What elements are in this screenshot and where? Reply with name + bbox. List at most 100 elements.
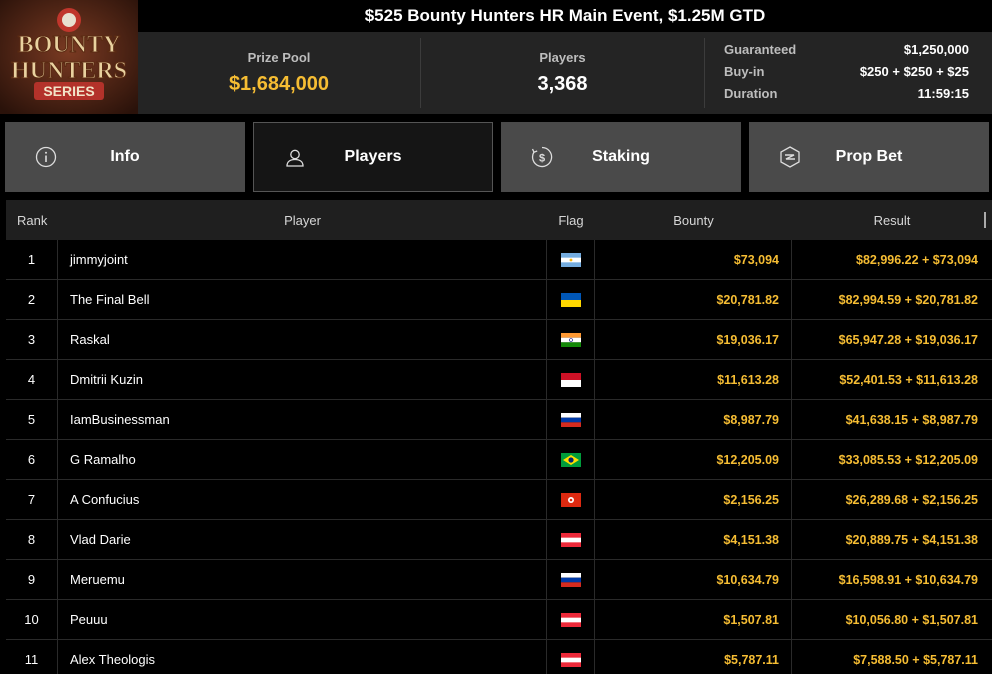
result-cell: $82,996.22 + $73,094 xyxy=(856,252,978,267)
flag-cell xyxy=(547,440,595,479)
table-row[interactable]: 6G Ramalho $12,205.09 $33,085.53 + $12,205… xyxy=(6,440,992,480)
svg-text:$: $ xyxy=(539,153,545,165)
austria-flag-icon xyxy=(560,532,581,547)
detail-buy-in: Buy-in $250 + $250 + $25 xyxy=(724,63,969,85)
bounty-cell: $73,094 xyxy=(595,240,792,279)
table-row[interactable]: 10 Peuuu $1,507.81 $10,056.80 + $1,507.81 xyxy=(6,600,992,640)
table-row[interactable]: 4 Dmitrii Kuzin $11,613.28 $52,401.53 + $11… xyxy=(6,360,992,400)
rank-cell: 1 xyxy=(6,240,58,279)
column-header-rank[interactable]: Rank xyxy=(6,200,58,240)
column-header-bounty[interactable]: Bounty xyxy=(595,200,792,240)
players-value: 3,368 xyxy=(537,73,588,95)
player-name[interactable]: The Final Bell xyxy=(58,280,547,319)
bounty-cell: $20,781.82 xyxy=(595,280,792,319)
player-name[interactable]: Raskal xyxy=(58,320,547,359)
argentina-flag-icon xyxy=(560,252,581,267)
player-name[interactable]: A Confucius xyxy=(58,480,547,519)
detail-duration: Duration 11:59:15 xyxy=(724,85,969,107)
bounty-cell: $4,151.38 xyxy=(595,520,792,559)
rank-cell: 8 xyxy=(6,520,58,559)
bounty-cell: $8,987.79 xyxy=(595,400,792,439)
tab-players[interactable]: Players xyxy=(253,122,493,192)
player-name[interactable]: jimmyjoint xyxy=(58,240,547,279)
detail-label: Duration xyxy=(724,86,778,101)
bounty-cell: $2,156.25 xyxy=(595,480,792,519)
result-cell: $26,289.68 + $2,156.25 xyxy=(845,492,978,507)
bounty-cell: $5,787.11 xyxy=(595,640,792,674)
austria-flag-icon xyxy=(560,612,581,627)
table-row[interactable]: 1 jimmyjoint $73,094 $82,996.22 + $73,094 xyxy=(6,240,992,280)
player-name[interactable]: IamBusinessman xyxy=(58,400,547,439)
tournament-title: $525 Bounty Hunters HR Main Event, $1.25… xyxy=(138,0,992,32)
rank-cell: 3 xyxy=(6,320,58,359)
players-stat: Players 3,368 xyxy=(421,32,704,114)
flag-cell xyxy=(547,280,595,319)
result-cell: $16,598.91 + $10,634.79 xyxy=(838,572,978,587)
player-name[interactable]: Vlad Darie xyxy=(58,520,547,559)
logo-line1: BOUNTY xyxy=(18,32,121,58)
bounty-cell: $10,634.79 xyxy=(595,560,792,599)
table-row[interactable]: 3 Raskal $19,036.17 $65,947.28 + $19,036.17 xyxy=(6,320,992,360)
info-icon xyxy=(35,146,57,168)
table-body: 1 jimmyjoint $73,094 $82,996.22 + $73,094 2 T… xyxy=(6,240,992,674)
flag-cell xyxy=(547,560,595,599)
tournament-details: Guaranteed $1,250,000 Buy-in $250 + $250… xyxy=(705,32,992,114)
logo-line2: HUNTERS xyxy=(11,58,127,84)
prize-pool-stat: Prize Pool $1,684,000 xyxy=(138,32,420,114)
result-cell: $20,889.75 + $4,151.38 xyxy=(845,532,978,547)
bounty-cell: $19,036.17 xyxy=(595,320,792,359)
detail-value: $1,250,000 xyxy=(903,42,969,57)
detail-guaranteed: Guaranteed $1,250,000 xyxy=(724,41,969,63)
table-row[interactable]: 7A Confucius $2,156.25 $26,289.68 + $2,156… xyxy=(6,480,992,520)
bounty-cell: $12,205.09 xyxy=(595,440,792,479)
flag-cell xyxy=(547,600,595,639)
result-cell: $10,056.80 + $1,507.81 xyxy=(845,612,978,627)
table-header: Rank Player Flag Bounty Result xyxy=(6,200,992,240)
bounty-cell: $1,507.81 xyxy=(595,600,792,639)
rank-cell: 7 xyxy=(6,480,58,519)
player-name[interactable]: Peuuu xyxy=(58,600,547,639)
india-flag-icon xyxy=(560,332,581,347)
table-row[interactable]: 11 Alex Theologis $5,787.11 $7,588.50 + $5,… xyxy=(6,640,992,674)
result-cell: $82,994.59 + $20,781.82 xyxy=(838,292,978,307)
scrollbar[interactable] xyxy=(984,212,986,228)
detail-value: 11:59:15 xyxy=(917,86,969,101)
logo-line3: SERIES xyxy=(43,83,94,99)
rank-cell: 6 xyxy=(6,440,58,479)
tab-prop-bet[interactable]: Prop Bet xyxy=(749,122,989,192)
rank-cell: 10 xyxy=(6,600,58,639)
player-name[interactable]: Alex Theologis xyxy=(58,640,547,674)
player-name[interactable]: Dmitrii Kuzin xyxy=(58,360,547,399)
table-row[interactable]: 9 Meruemu $10,634.79 $16,598.91 + $10,634.7… xyxy=(6,560,992,600)
tab-staking[interactable]: $ Staking xyxy=(501,122,741,192)
rank-cell: 4 xyxy=(6,360,58,399)
flag-cell xyxy=(547,520,595,559)
player-name[interactable]: Meruemu xyxy=(58,560,547,599)
table-row[interactable]: 2 The Final Bell $20,781.82 $82,994.59 + $2… xyxy=(6,280,992,320)
stats-bar: Prize Pool $1,684,000 Players 3,368 Guar… xyxy=(138,32,992,114)
players-label: Players xyxy=(539,50,586,65)
result-cell: $7,588.50 + $5,787.11 xyxy=(853,652,978,667)
column-header-flag[interactable]: Flag xyxy=(547,200,595,240)
user-icon xyxy=(286,149,304,167)
flag-cell xyxy=(547,640,595,674)
column-header-player[interactable]: Player xyxy=(58,200,547,240)
prize-pool-label: Prize Pool xyxy=(247,50,311,65)
table-row[interactable]: 8 Vlad Darie $4,151.38 $20,889.75 + $4,151.… xyxy=(6,520,992,560)
flag-cell xyxy=(547,240,595,279)
brazil-flag-icon xyxy=(560,452,581,467)
tab-info[interactable]: Info xyxy=(5,122,245,192)
column-header-result[interactable]: Result xyxy=(792,200,992,240)
player-name[interactable]: G Ramalho xyxy=(58,440,547,479)
rank-cell: 9 xyxy=(6,560,58,599)
players-table: Rank Player Flag Bounty Result 1 jimmyjoi… xyxy=(6,200,992,674)
flag-cell xyxy=(547,480,595,519)
detail-label: Guaranteed xyxy=(724,42,797,57)
table-row[interactable]: 5 IamBusinessman $8,987.79 $41,638.15 + $8,… xyxy=(6,400,992,440)
bounty-cell: $11,613.28 xyxy=(595,360,792,399)
indonesia-flag-icon xyxy=(560,372,581,387)
rank-cell: 2 xyxy=(6,280,58,319)
result-cell: $52,401.53 + $11,613.28 xyxy=(839,372,978,387)
austria-flag-icon xyxy=(560,652,581,667)
result-cell: $41,638.15 + $8,987.79 xyxy=(845,412,978,427)
